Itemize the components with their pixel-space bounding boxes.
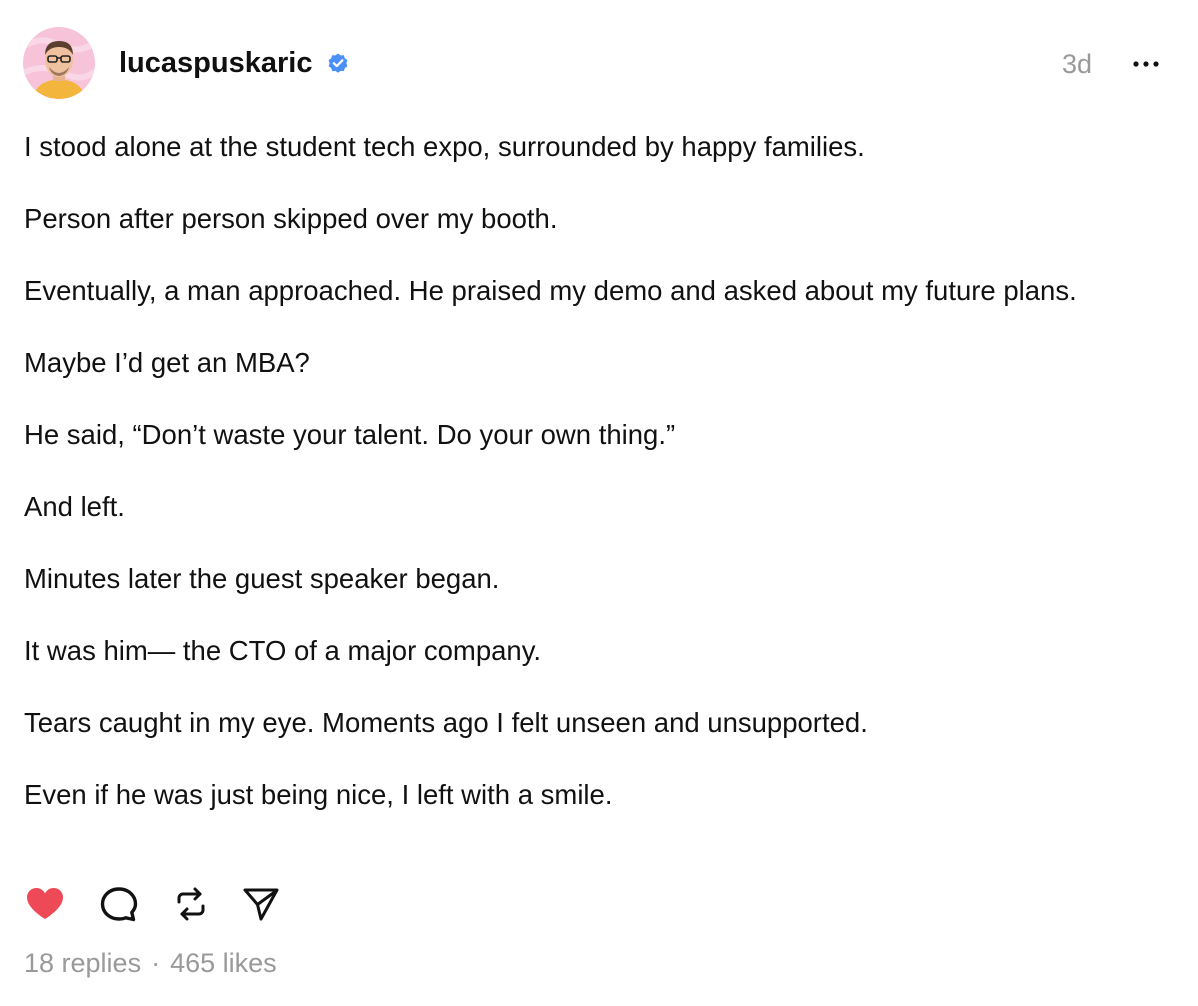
post-stats: 18 replies · 465 likes <box>24 946 277 980</box>
replies-count[interactable]: 18 replies <box>24 948 141 978</box>
avatar[interactable] <box>23 27 95 99</box>
post-timestamp: 3d <box>1062 49 1093 79</box>
post-paragraph: Minutes later the guest speaker began. <box>24 563 500 594</box>
username[interactable]: lucaspuskaric <box>119 46 312 80</box>
verified-badge-icon <box>328 53 348 73</box>
send-icon[interactable] <box>240 884 282 924</box>
likes-count[interactable]: 465 likes <box>170 948 277 978</box>
thread-post: lucaspuskaric 3d I stood alone at the st… <box>0 0 1198 1006</box>
post-paragraph: It was him— the CTO of a major company. <box>24 635 542 666</box>
post-paragraph: Eventually, a man approached. He praised… <box>24 275 1077 306</box>
stats-separator: · <box>151 948 161 978</box>
post-paragraph: He said, “Don’t waste your talent. Do yo… <box>24 419 676 450</box>
post-paragraph: Tears caught in my eye. Moments ago I fe… <box>24 707 868 738</box>
post-paragraph: Even if he was just being nice, I left w… <box>24 779 613 810</box>
post-body: I stood alone at the student tech expo, … <box>24 126 1144 846</box>
post-paragraph: I stood alone at the student tech expo, … <box>24 131 865 162</box>
comment-bubble-icon[interactable] <box>98 884 140 924</box>
post-paragraph: Person after person skipped over my boot… <box>24 203 558 234</box>
heart-icon[interactable] <box>24 884 66 924</box>
post-paragraph: Maybe I’d get an MBA? <box>24 347 310 378</box>
post-paragraph: And left. <box>24 491 125 522</box>
repost-icon[interactable] <box>170 884 212 924</box>
more-horizontal-icon[interactable] <box>1128 54 1164 74</box>
